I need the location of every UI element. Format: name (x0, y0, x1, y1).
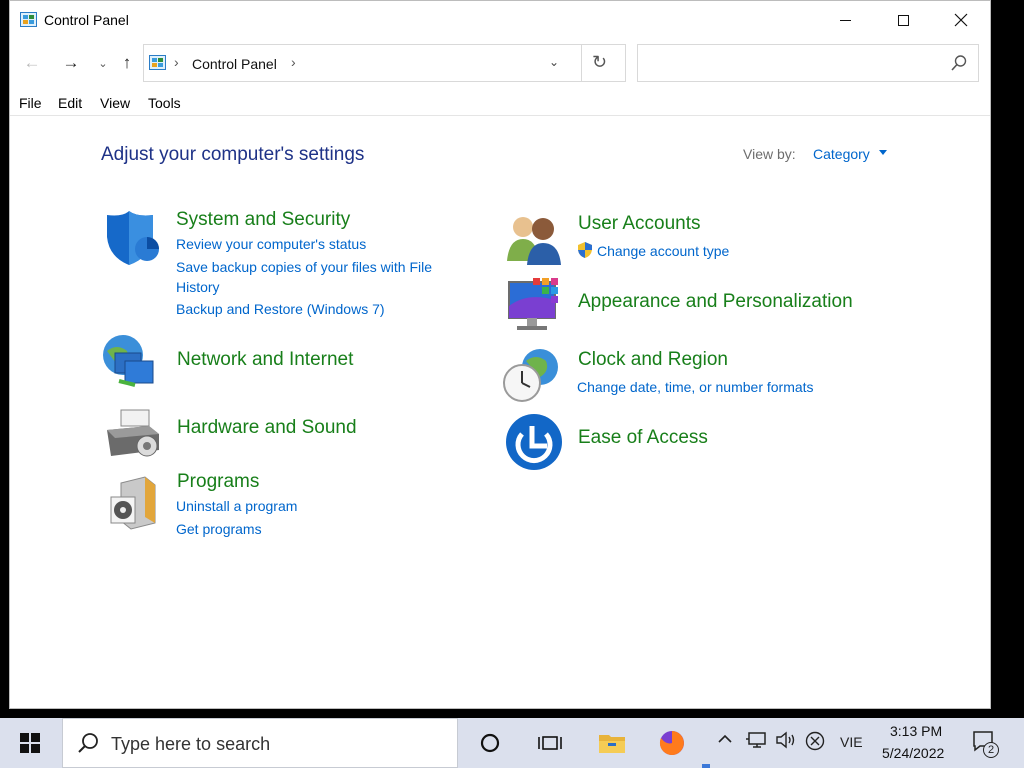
category-hardware-and-sound[interactable]: Hardware and Sound (177, 417, 357, 439)
task-view-button[interactable] (525, 718, 575, 768)
clock-icon[interactable] (502, 345, 560, 403)
start-button[interactable] (0, 718, 60, 768)
windows-logo-icon (20, 733, 40, 753)
taskbar: Type here to search VIE 3:13 PM 5/24/202… (0, 718, 1024, 768)
link-change-account-type[interactable]: Change account type (597, 241, 729, 261)
chevron-down-icon: ⌄ (98, 57, 108, 70)
maximize-button[interactable] (874, 1, 932, 39)
main-content: Adjust your computer's settings View by:… (10, 117, 990, 707)
network-icon[interactable] (101, 333, 159, 391)
menu-edit[interactable]: Edit (58, 95, 82, 111)
close-icon (954, 13, 968, 27)
menu-view[interactable]: View (100, 95, 130, 111)
view-by-label: View by: (743, 146, 796, 162)
breadcrumb-chevron-icon[interactable]: › (174, 54, 179, 70)
back-button[interactable]: ← (19, 50, 45, 76)
address-bar[interactable]: › Control Panel › ⌄ ↻ (143, 44, 626, 82)
forward-arrow-icon: → (62, 53, 80, 72)
notification-count-badge: 2 (983, 742, 999, 758)
category-programs[interactable]: Programs (177, 471, 259, 493)
show-hidden-icons-button[interactable] (717, 731, 733, 752)
ease-of-access-icon[interactable] (505, 413, 563, 471)
programs-icon[interactable] (105, 473, 163, 531)
window-title: Control Panel (44, 12, 129, 28)
link-review-status[interactable]: Review your computer's status (176, 234, 366, 254)
divider (581, 45, 582, 81)
breadcrumb-control-panel[interactable]: Control Panel (192, 56, 277, 72)
link-change-date-time-formats[interactable]: Change date, time, or number formats (577, 377, 814, 397)
address-dropdown-icon[interactable]: ⌄ (549, 55, 559, 69)
link-backup-restore[interactable]: Backup and Restore (Windows 7) (176, 299, 385, 319)
link-get-programs[interactable]: Get programs (176, 519, 262, 539)
refresh-button[interactable]: ↻ (592, 52, 607, 73)
cortana-icon (480, 733, 500, 753)
printer-icon[interactable] (103, 404, 161, 462)
search-icon (951, 55, 967, 71)
network-tray-icon (746, 732, 766, 748)
category-user-accounts[interactable]: User Accounts (578, 213, 701, 235)
link-file-history[interactable]: Save backup copies of your files with Fi… (176, 257, 476, 297)
input-language[interactable]: VIE (840, 734, 863, 750)
search-icon (78, 733, 98, 753)
breadcrumb-chevron-icon[interactable]: › (291, 54, 296, 70)
action-center-button[interactable]: 2 (972, 730, 999, 758)
clock-date[interactable]: 5/24/2022 (882, 745, 944, 761)
clock-time[interactable]: 3:13 PM (890, 723, 942, 739)
circle-x-icon (805, 731, 825, 751)
control-panel-window: Control Panel ← → ⌄ ↑ › Control Panel › … (9, 0, 991, 709)
category-network-and-internet[interactable]: Network and Internet (177, 349, 353, 371)
back-arrow-icon: ← (23, 53, 41, 72)
navigation-bar: ← → ⌄ ↑ › Control Panel › ⌄ ↻ (10, 39, 990, 89)
status-tray-button[interactable] (805, 731, 825, 756)
firefox-button[interactable] (647, 718, 697, 768)
recent-locations-button[interactable]: ⌄ (90, 50, 116, 76)
menu-file[interactable]: File (19, 95, 42, 111)
volume-tray-button[interactable] (775, 731, 797, 754)
close-button[interactable] (932, 1, 990, 39)
active-app-indicator (702, 764, 710, 768)
volume-icon (776, 731, 795, 749)
shield-icon[interactable] (103, 209, 161, 267)
page-title: Adjust your computer's settings (101, 144, 365, 165)
minimize-button[interactable] (816, 1, 874, 39)
taskbar-search-box[interactable]: Type here to search (62, 718, 458, 768)
monitor-icon[interactable] (507, 276, 565, 334)
network-tray-button[interactable] (745, 731, 767, 754)
menu-tools[interactable]: Tools (148, 95, 181, 111)
category-system-and-security[interactable]: System and Security (176, 209, 350, 231)
dropdown-caret-icon[interactable] (879, 150, 887, 155)
control-panel-icon (20, 12, 37, 27)
search-control-panel-input[interactable] (637, 44, 979, 82)
category-appearance-and-personalization[interactable]: Appearance and Personalization (578, 291, 853, 313)
uac-shield-icon (578, 242, 592, 258)
view-by-dropdown[interactable]: Category (813, 146, 870, 162)
task-view-icon (538, 736, 562, 750)
taskbar-search-placeholder: Type here to search (111, 734, 271, 754)
forward-button[interactable]: → (58, 50, 84, 76)
category-ease-of-access[interactable]: Ease of Access (578, 427, 708, 449)
menu-bar: File Edit View Tools (10, 91, 990, 116)
folder-icon (599, 735, 625, 753)
title-bar[interactable]: Control Panel (10, 1, 990, 39)
category-clock-and-region[interactable]: Clock and Region (578, 349, 728, 371)
minimize-icon (839, 19, 851, 21)
firefox-icon (659, 731, 684, 755)
cortana-button[interactable] (465, 718, 515, 768)
maximize-icon (897, 14, 909, 26)
control-panel-icon (149, 55, 166, 70)
up-arrow-icon: ↑ (122, 53, 132, 72)
link-uninstall-program[interactable]: Uninstall a program (176, 496, 297, 516)
chevron-up-icon (718, 734, 732, 743)
up-button[interactable]: ↑ (114, 50, 140, 76)
file-explorer-button[interactable] (587, 718, 637, 768)
users-icon[interactable] (505, 209, 563, 267)
